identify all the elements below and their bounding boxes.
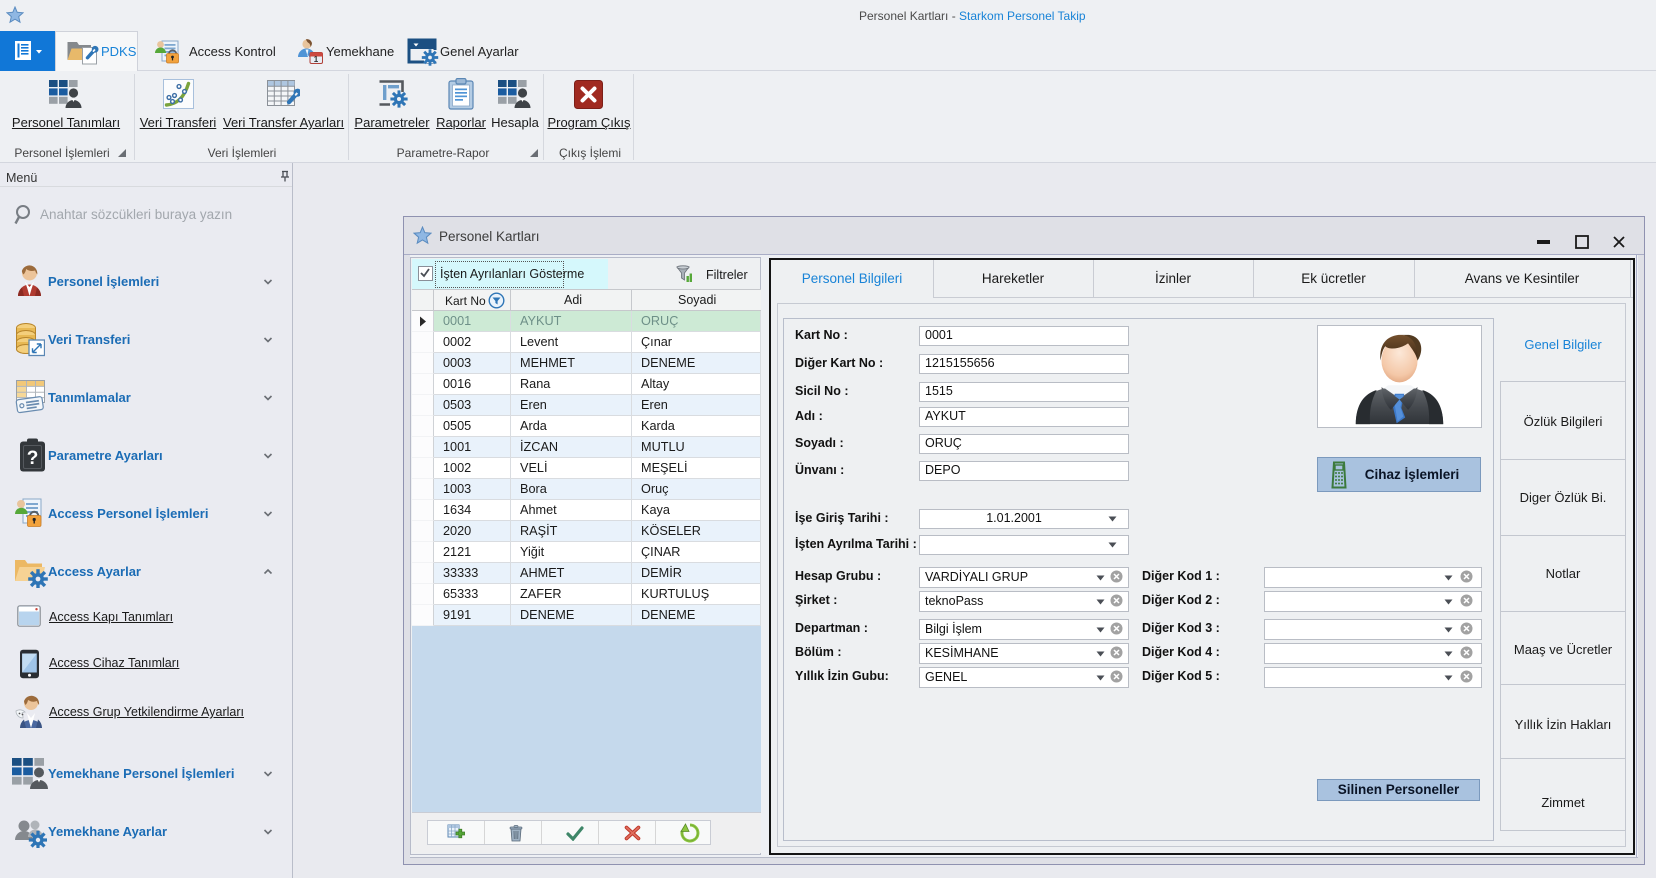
svg-text:?: ? — [27, 448, 39, 469]
svg-text:1: 1 — [314, 55, 319, 64]
